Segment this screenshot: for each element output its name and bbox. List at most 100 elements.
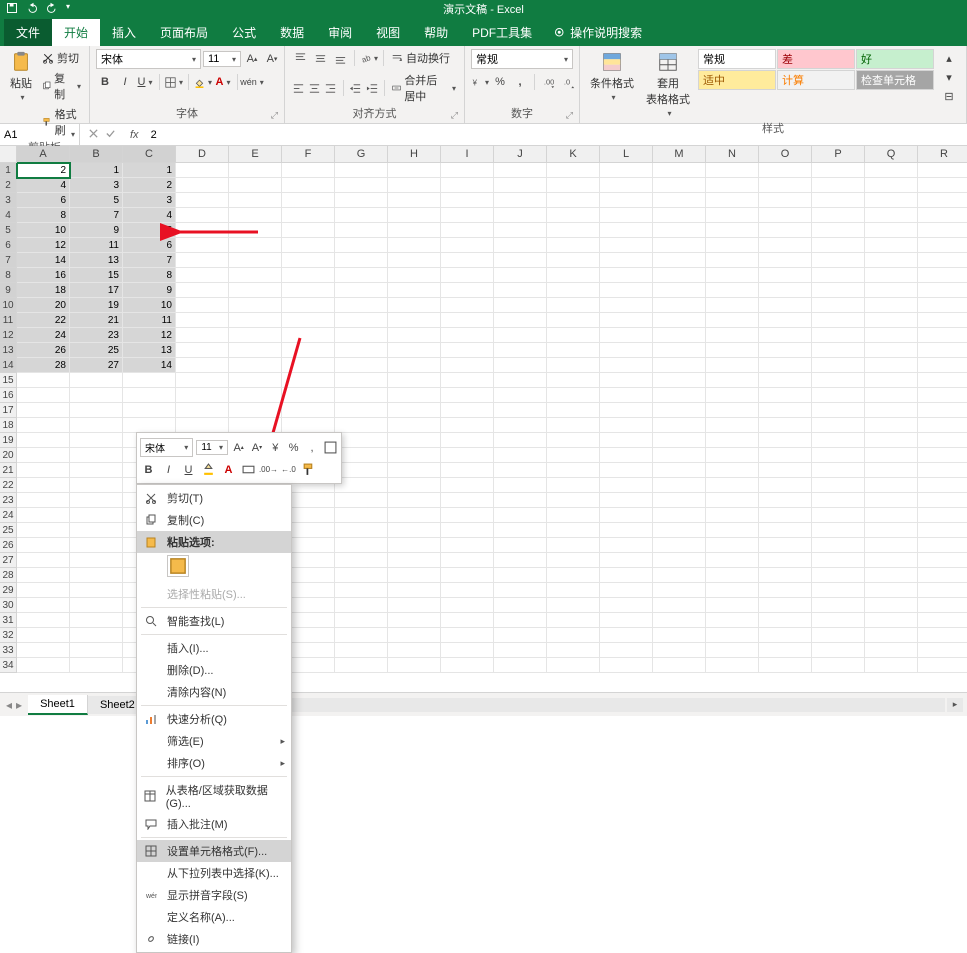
cell[interactable] <box>494 403 547 418</box>
cell[interactable] <box>812 583 865 598</box>
row-header[interactable]: 15 <box>0 373 17 388</box>
col-header[interactable]: M <box>653 146 706 163</box>
percent-icon[interactable]: % <box>491 73 509 91</box>
cell[interactable] <box>229 358 282 373</box>
cell[interactable] <box>70 553 123 568</box>
cell[interactable]: 6 <box>123 238 176 253</box>
cell[interactable] <box>441 583 494 598</box>
cm-show-pinyin[interactable]: wén显示拼音字段(S) <box>137 884 291 906</box>
cell[interactable] <box>653 538 706 553</box>
cell[interactable] <box>17 628 70 643</box>
cell[interactable] <box>17 478 70 493</box>
cell[interactable] <box>706 523 759 538</box>
cell[interactable] <box>918 433 967 448</box>
cell[interactable] <box>494 328 547 343</box>
cell[interactable] <box>547 448 600 463</box>
cell[interactable] <box>335 208 388 223</box>
select-all-corner[interactable] <box>0 146 17 163</box>
cell[interactable]: 20 <box>17 298 70 313</box>
cell[interactable] <box>176 163 229 178</box>
sheet-nav-prev-icon[interactable]: ◂ <box>6 698 12 712</box>
cell[interactable] <box>282 313 335 328</box>
cell[interactable] <box>653 283 706 298</box>
cell[interactable] <box>812 433 865 448</box>
row-header[interactable]: 13 <box>0 343 17 358</box>
cell[interactable]: 1 <box>123 163 176 178</box>
cell[interactable] <box>547 193 600 208</box>
cell[interactable] <box>759 163 812 178</box>
cell[interactable] <box>388 223 441 238</box>
cell[interactable] <box>865 613 918 628</box>
cell[interactable] <box>176 223 229 238</box>
cell[interactable] <box>335 328 388 343</box>
cell[interactable] <box>812 448 865 463</box>
cell[interactable] <box>865 313 918 328</box>
cell[interactable] <box>229 223 282 238</box>
cell[interactable] <box>282 283 335 298</box>
cell[interactable] <box>653 373 706 388</box>
cell[interactable] <box>600 373 653 388</box>
cell[interactable] <box>759 388 812 403</box>
cell[interactable] <box>865 658 918 673</box>
cancel-formula-icon[interactable] <box>88 128 99 142</box>
cell[interactable] <box>547 538 600 553</box>
cell[interactable] <box>865 358 918 373</box>
mini-increase-font-icon[interactable]: A▴ <box>231 439 246 456</box>
cell[interactable] <box>335 163 388 178</box>
cell[interactable] <box>335 358 388 373</box>
cell[interactable] <box>494 568 547 583</box>
cell[interactable] <box>812 613 865 628</box>
cell[interactable] <box>653 568 706 583</box>
cell[interactable] <box>600 283 653 298</box>
cell[interactable] <box>600 313 653 328</box>
cell[interactable] <box>706 538 759 553</box>
cell[interactable] <box>229 193 282 208</box>
cell[interactable]: 19 <box>70 298 123 313</box>
cell[interactable] <box>494 538 547 553</box>
cell[interactable] <box>335 418 388 433</box>
cell[interactable] <box>388 508 441 523</box>
mini-underline-icon[interactable]: U <box>180 461 197 478</box>
cell[interactable] <box>70 403 123 418</box>
cell[interactable] <box>653 643 706 658</box>
cell[interactable] <box>388 523 441 538</box>
cell[interactable]: 14 <box>123 358 176 373</box>
cm-quick-analysis[interactable]: 快速分析(Q) <box>137 708 291 730</box>
phonetic-icon[interactable]: wén▾ <box>243 73 261 91</box>
row-header[interactable]: 7 <box>0 253 17 268</box>
cell[interactable] <box>229 178 282 193</box>
cell[interactable] <box>759 508 812 523</box>
cm-define-name[interactable]: 定义名称(A)... <box>137 906 291 928</box>
cell[interactable] <box>494 493 547 508</box>
increase-indent-icon[interactable] <box>365 79 379 97</box>
cell[interactable] <box>706 448 759 463</box>
cell[interactable] <box>441 478 494 493</box>
cell[interactable] <box>229 418 282 433</box>
cell[interactable] <box>335 628 388 643</box>
format-as-table-button[interactable]: 套用 表格格式▾ <box>642 49 694 120</box>
cell[interactable] <box>918 388 967 403</box>
cell[interactable] <box>441 313 494 328</box>
col-header[interactable]: N <box>706 146 759 163</box>
decrease-font-icon[interactable]: A▾ <box>263 50 281 68</box>
cell[interactable] <box>600 223 653 238</box>
paste-option-default[interactable] <box>167 555 189 577</box>
cell[interactable] <box>706 223 759 238</box>
cell[interactable] <box>918 418 967 433</box>
cell[interactable] <box>282 253 335 268</box>
italic-icon[interactable]: I <box>116 73 134 91</box>
cell[interactable] <box>17 523 70 538</box>
cell[interactable] <box>812 523 865 538</box>
cell[interactable] <box>812 598 865 613</box>
cell[interactable]: 9 <box>70 223 123 238</box>
tab-insert[interactable]: 插入 <box>100 19 148 46</box>
increase-decimal-icon[interactable]: .00 <box>540 73 558 91</box>
cell[interactable] <box>17 448 70 463</box>
cell[interactable] <box>70 493 123 508</box>
cell[interactable] <box>494 238 547 253</box>
fill-color-icon[interactable]: ▾ <box>194 73 212 91</box>
cell[interactable] <box>865 493 918 508</box>
cell[interactable] <box>812 298 865 313</box>
row-header[interactable]: 12 <box>0 328 17 343</box>
cell[interactable] <box>229 403 282 418</box>
